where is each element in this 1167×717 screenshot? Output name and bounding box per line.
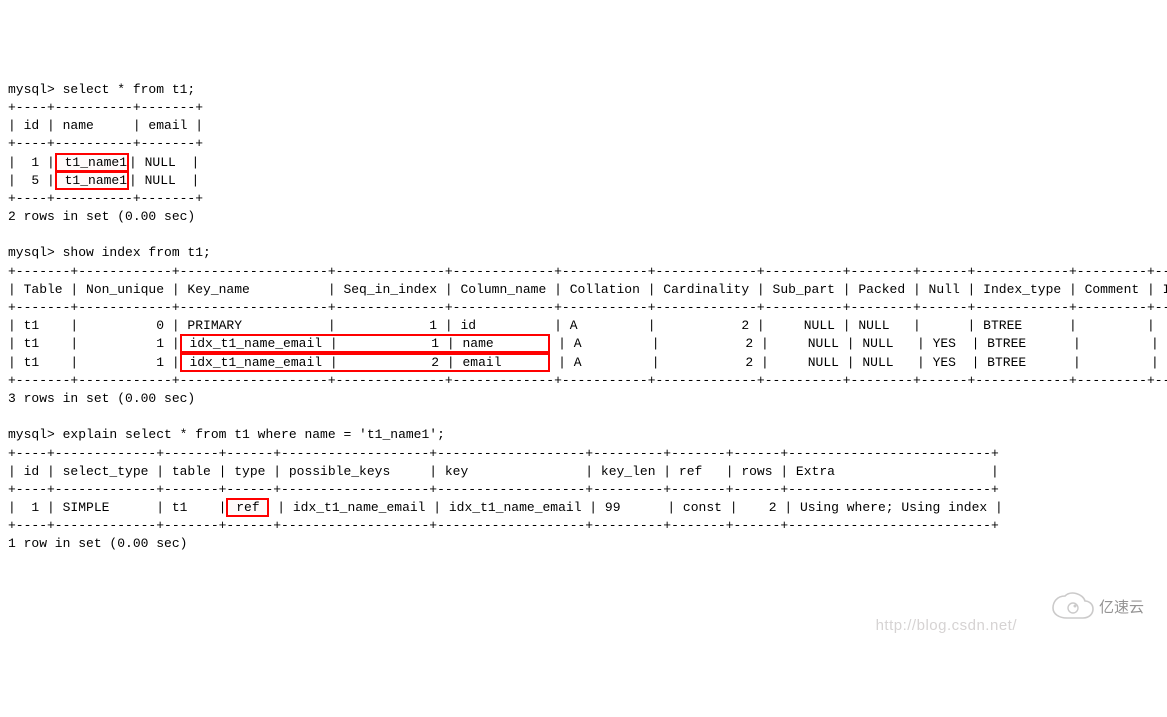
table-row: | 5 |: [8, 173, 55, 188]
table-row: | NULL |: [129, 173, 199, 188]
mysql-prompt: mysql>: [8, 245, 63, 260]
table-header: | id | name | email |: [8, 118, 203, 133]
terminal-output: mysql> select * from t1; +----+---------…: [8, 81, 1159, 554]
table-separator: +-------+------------+------------------…: [8, 373, 1167, 388]
table-separator: +----+----------+-------+: [8, 136, 203, 151]
table-header: | id | select_type | table | type | poss…: [8, 464, 999, 479]
table-header: | Table | Non_unique | Key_name | Seq_in…: [8, 282, 1167, 297]
table-separator: +----+-------------+-------+------+-----…: [8, 482, 999, 497]
status-line: 3 rows in set (0.00 sec): [8, 391, 195, 406]
table-row: | A | 2 | NULL | NULL | YES | BTREE | | …: [550, 336, 1167, 351]
table-row: | t1 | 0 | PRIMARY | 1 | id | A | 2 | NU…: [8, 318, 1167, 333]
highlight-type-cell: ref: [226, 498, 269, 517]
mysql-prompt: mysql>: [8, 82, 63, 97]
sql-query-1: select * from t1;: [63, 82, 196, 97]
sql-query-3: explain select * from t1 where name = 't…: [63, 427, 445, 442]
highlight-name-cell: t1_name1: [55, 171, 129, 190]
table-separator: +-------+------------+------------------…: [8, 300, 1167, 315]
watermark-logo-text: 亿速云: [1099, 599, 1144, 616]
sql-query-2: show index from t1;: [63, 245, 211, 260]
highlight-index-row: idx_t1_name_email | 2 | email: [180, 353, 551, 372]
table-row: | t1 | 1 |: [8, 355, 180, 370]
status-line: 1 row in set (0.00 sec): [8, 536, 187, 551]
table-row: | 1 |: [8, 155, 55, 170]
table-row: | t1 | 1 |: [8, 336, 180, 351]
watermark-url: http://blog.csdn.net/: [876, 615, 1017, 636]
highlight-index-row: idx_t1_name_email | 1 | name: [180, 334, 551, 353]
watermark-logo: 亿速云: [1049, 553, 1149, 642]
mysql-prompt: mysql>: [8, 427, 63, 442]
highlight-name-cell: t1_name1: [55, 153, 129, 172]
table-row: | A | 2 | NULL | NULL | YES | BTREE | | …: [550, 355, 1167, 370]
table-separator: +----+----------+-------+: [8, 191, 203, 206]
table-separator: +----+-------------+-------+------+-----…: [8, 518, 999, 533]
table-row: | 1 | SIMPLE | t1 |: [8, 500, 226, 515]
table-separator: +----+-------------+-------+------+-----…: [8, 446, 999, 461]
status-line: 2 rows in set (0.00 sec): [8, 209, 195, 224]
table-row: | idx_t1_name_email | idx_t1_name_email …: [269, 500, 1002, 515]
table-separator: +-------+------------+------------------…: [8, 264, 1167, 279]
table-row: | NULL |: [129, 155, 199, 170]
table-separator: +----+----------+-------+: [8, 100, 203, 115]
